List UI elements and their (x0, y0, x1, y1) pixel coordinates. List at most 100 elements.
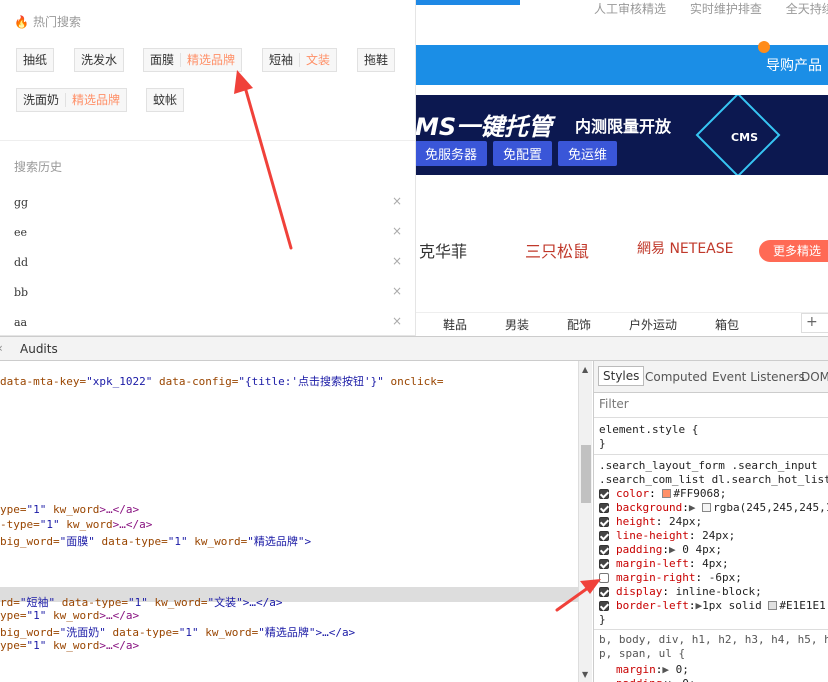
banner-subtitle: 内测限量开放 (575, 117, 672, 136)
css-property[interactable]: padding:▶ 0; (616, 677, 695, 682)
banner-logo-text: CMS (731, 131, 758, 144)
hot-search-label: 热门搜索 (32, 15, 81, 29)
banner-title: MS一键托管 (415, 113, 553, 141)
devtools-panel: ‹ Audits data-mta-key="xpk_1022" data-co… (0, 336, 828, 682)
nav-bar: 导购产品 (415, 41, 828, 85)
top-link[interactable]: 实时维护排查 (690, 2, 762, 16)
hot-tag-word: 洗发水 (81, 53, 118, 67)
nav-shop-link[interactable]: 导购产品 (766, 55, 822, 75)
property-checkbox[interactable] (599, 545, 609, 555)
tab-event-listeners[interactable]: Event Listeners (712, 370, 805, 384)
css-property[interactable]: border-left:▶1px solid #E1E1E1 (616, 599, 826, 612)
filter-divider (594, 417, 828, 418)
close-icon[interactable]: × (392, 194, 402, 208)
code-line[interactable]: data-mta-key="xpk_1022" data-config="{ti… (0, 373, 444, 389)
property-checkbox[interactable] (599, 601, 609, 611)
code-line[interactable]: big_word="洗面奶" data-type="1" kw_word="精选… (0, 624, 355, 640)
property-checkbox[interactable] (599, 517, 609, 527)
hot-tag-badge: 精选品牌 (180, 53, 236, 67)
css-property[interactable]: margin:▶ 0; (616, 663, 689, 676)
scroll-up-icon[interactable]: ▲ (582, 365, 588, 374)
more-brands-button[interactable]: 更多精选 (759, 240, 828, 262)
css-property[interactable]: margin-left: 4px; (616, 557, 729, 570)
elements-tree[interactable]: data-mta-key="xpk_1022" data-config="{ti… (0, 361, 578, 682)
history-item[interactable]: gg (14, 196, 28, 209)
close-icon[interactable]: × (392, 314, 402, 328)
banner-pill: 免运维 (558, 141, 618, 166)
brand-logo[interactable]: 三只松鼠 (525, 238, 589, 262)
category-link[interactable]: 户外运动 (629, 316, 677, 333)
hot-search-title: 🔥 热门搜索 (14, 13, 81, 30)
expand-triangle-icon: ▶ (662, 663, 669, 676)
property-checkbox[interactable] (599, 587, 609, 597)
code-line[interactable]: ype="1" kw_word>…</a> (0, 639, 139, 652)
hot-tag[interactable]: 抽纸 (16, 48, 55, 72)
scroll-thumb[interactable] (581, 445, 591, 503)
tab-styles[interactable]: Styles (598, 366, 645, 386)
rule-selector[interactable]: p, span, ul { (599, 647, 685, 660)
category-link[interactable]: 箱包 (715, 316, 739, 333)
close-icon[interactable]: × (392, 284, 402, 298)
code-line[interactable]: -type="1" kw_word>…</a> (0, 518, 152, 531)
promo-banner[interactable]: MS一键托管 内测限量开放 免服务器 免配置 免运维 CMS (415, 95, 828, 175)
history-item[interactable]: ee (14, 226, 27, 239)
hot-tag-word: 洗面奶 (23, 93, 60, 107)
code-line[interactable]: ype="1" kw_word>…</a> (0, 609, 139, 622)
category-link[interactable]: 男装 (505, 316, 529, 333)
property-checkbox[interactable] (599, 531, 609, 541)
css-property[interactable]: padding:▶ 0 4px; (616, 543, 722, 556)
history-item[interactable]: bb (14, 286, 28, 299)
css-property-disabled[interactable]: margin-right: -6px; (616, 571, 742, 584)
property-checkbox[interactable] (599, 489, 609, 499)
hot-tag[interactable]: 洗面奶 精选品牌 (16, 88, 128, 112)
color-swatch-icon[interactable] (662, 489, 672, 498)
css-property[interactable]: color: #FF9068; (616, 487, 726, 500)
css-property[interactable]: height: 24px; (616, 515, 702, 528)
styles-sidebar: Styles Computed Event Listeners DOM Filt… (593, 361, 828, 682)
hot-tag[interactable]: 蚊帐 (146, 88, 185, 112)
category-link[interactable]: 鞋品 (443, 316, 467, 333)
rule-selector[interactable]: .search_layout_form .search_input (599, 459, 818, 472)
top-link[interactable]: 全天持续 (786, 2, 828, 16)
close-icon[interactable]: × (392, 224, 402, 238)
property-checkbox[interactable] (599, 503, 609, 513)
hot-tag[interactable]: 洗发水 (74, 48, 125, 72)
property-checkbox[interactable] (599, 559, 609, 569)
close-icon[interactable]: × (392, 254, 402, 268)
hot-tag[interactable]: 拖鞋 (357, 48, 396, 72)
elements-scrollbar[interactable]: ▲ ▼ (578, 361, 592, 682)
css-property[interactable]: display: inline-block; (616, 585, 762, 598)
code-line[interactable]: rd="短袖" data-type="1" kw_word="文装">…</a> (0, 594, 282, 610)
css-property[interactable]: background:▶ rgba(245,245,245,1 (616, 501, 828, 514)
property-checkbox-unchecked[interactable] (599, 573, 609, 583)
styles-filter-input[interactable]: Filter (599, 397, 629, 411)
rule-selector[interactable]: b, body, div, h1, h2, h3, h4, h5, h (599, 633, 828, 646)
banner-pill: 免配置 (493, 141, 553, 166)
tab-computed[interactable]: Computed (645, 370, 707, 384)
hot-tag[interactable]: 面膜 精选品牌 (143, 48, 243, 72)
tab-dom[interactable]: DOM (801, 370, 828, 384)
brand-logo[interactable]: 克华菲 (419, 238, 467, 262)
hot-tag-word: 面膜 (150, 53, 175, 67)
history-item[interactable]: dd (14, 256, 28, 269)
scroll-down-icon[interactable]: ▼ (582, 670, 588, 679)
history-item[interactable]: aa (14, 316, 27, 329)
code-line[interactable]: big_word="面膜" data-type="1" kw_word="精选品… (0, 533, 311, 549)
tab-audits[interactable]: Audits (20, 342, 58, 356)
rule-selector[interactable]: .search_com_list dl.search_hot_list (599, 473, 828, 486)
dropdown-divider (0, 140, 415, 141)
expand-triangle-icon: ▶ (668, 543, 676, 556)
rule-divider (594, 629, 828, 630)
element-style-close: } (599, 437, 606, 450)
element-style-open[interactable]: element.style { (599, 423, 698, 436)
color-swatch-icon[interactable] (768, 601, 778, 610)
code-line[interactable]: ype="1" kw_word>…</a> (0, 503, 139, 516)
top-link[interactable]: 人工审核精选 (594, 2, 666, 16)
category-link[interactable]: 配饰 (567, 316, 591, 333)
color-swatch-icon[interactable] (702, 503, 712, 512)
brand-logo[interactable]: 網易 NETEASE (637, 238, 733, 258)
css-property[interactable]: line-height: 24px; (616, 529, 735, 542)
add-category-button[interactable]: + (801, 313, 828, 333)
chevron-left-icon[interactable]: ‹ (0, 341, 3, 355)
hot-tag[interactable]: 短袖 文装 (262, 48, 338, 72)
